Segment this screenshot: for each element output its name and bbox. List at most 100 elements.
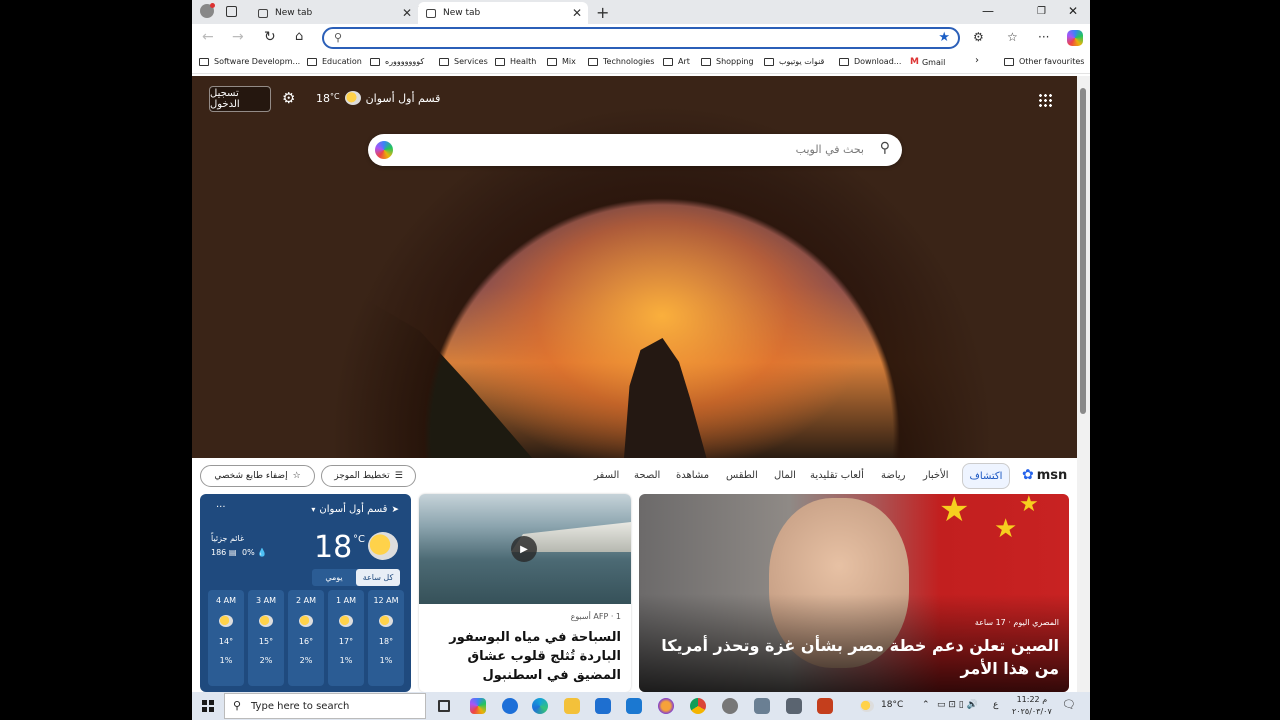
nav-item-casual-games[interactable]: ألعاب تقليدية — [810, 470, 864, 481]
fav-shopping[interactable]: Shopping — [701, 57, 754, 66]
flag-star-icon: ★ — [1019, 494, 1039, 517]
background-image: تسجيل الدخول ⚙ 18°C قسم أول أسوان بحث في… — [192, 76, 1077, 458]
fav-download[interactable]: Download... — [839, 57, 901, 66]
edge-icon[interactable] — [532, 698, 548, 714]
news-card-china[interactable]: ★ ★ ★ المصري اليوم · 17 ساعة الصين تعلن … — [639, 494, 1069, 692]
fav-art[interactable]: Art — [663, 57, 690, 66]
weather-summary[interactable]: 18°C قسم أول أسوان — [316, 91, 440, 105]
news-headline[interactable]: السباحة في مياه البوسفور الباردة تُثلج ق… — [426, 628, 621, 685]
nav-item-health[interactable]: الصحة — [634, 470, 660, 481]
more-options-icon[interactable]: ··· — [216, 502, 226, 513]
windows-start-icon[interactable] — [202, 700, 214, 712]
copilot-icon[interactable] — [470, 698, 486, 714]
mail-icon[interactable] — [626, 698, 642, 714]
fav-education[interactable]: Education — [307, 57, 362, 66]
tab-actions-icon[interactable] — [226, 6, 237, 17]
app-launcher-icon[interactable] — [1038, 93, 1052, 107]
location-label: قسم أول أسوان — [319, 504, 388, 515]
web-search-box[interactable]: بحث في الويب ⚲ — [368, 134, 902, 166]
settings-gear-icon[interactable]: ⚙ — [282, 89, 295, 107]
system-clock[interactable]: 11:22 م ٢٠٢٥/٠٣/٠٧ — [1012, 694, 1052, 718]
new-tab-button[interactable]: + — [596, 3, 609, 22]
scrollbar-thumb[interactable] — [1080, 88, 1086, 414]
powerpoint-icon[interactable] — [817, 698, 833, 714]
input-language[interactable]: ع — [993, 700, 998, 710]
cloud-app-icon[interactable] — [754, 698, 770, 714]
refresh-icon[interactable]: ↻ — [264, 29, 276, 45]
search-icon[interactable]: ⚲ — [880, 140, 890, 156]
address-bar[interactable]: ⚲ ★ — [322, 27, 960, 49]
toggle-hourly[interactable]: كل ساعة — [356, 569, 400, 586]
fav-technologies[interactable]: Technologies — [588, 57, 654, 66]
more-menu-icon[interactable]: ··· — [1038, 30, 1049, 44]
fav-mix[interactable]: Mix — [547, 57, 576, 66]
tab-new-tab-2[interactable]: New tab ✕ — [418, 2, 588, 24]
news-card-bosphorus[interactable]: ▶ AFP · 1 أسبوع السباحة في مياه البوسفور… — [419, 494, 631, 692]
favorites-icon[interactable]: ☆ — [1007, 30, 1018, 44]
minimize-icon[interactable]: — — [982, 4, 994, 18]
hour-item: 12 AM 18° 1% — [368, 590, 404, 686]
nav-item-discover[interactable]: اكتشاف — [962, 463, 1010, 489]
tab-new-tab-1[interactable]: New tab ✕ — [250, 2, 418, 24]
taskbar-search[interactable]: ⚲ Type here to search — [224, 693, 426, 719]
nav-item-news[interactable]: الأخبار — [923, 470, 949, 481]
folder-icon — [663, 57, 673, 66]
extensions-icon[interactable]: ⚙ — [973, 30, 984, 44]
weather-card[interactable]: ··· ▾ قسم أول أسوان ➤ 18 °C غائم جزئياً … — [200, 494, 411, 692]
personalize-button[interactable]: إضفاء طابع شخصي ☆ — [200, 465, 315, 487]
task-view-icon[interactable] — [438, 700, 450, 712]
firefox-icon[interactable] — [658, 698, 674, 714]
chevron-up-icon[interactable]: ⌃ — [922, 700, 930, 710]
fav-gmail[interactable]: M Gmail — [910, 57, 945, 67]
nav-item-travel[interactable]: السفر — [594, 470, 619, 481]
nav-item-sports[interactable]: رياضة — [881, 470, 906, 481]
back-arrow-icon[interactable]: ← — [202, 29, 214, 45]
folder-icon — [370, 57, 380, 66]
page-scrollbar[interactable] — [1077, 76, 1090, 692]
chevron-right-icon[interactable]: › — [975, 55, 979, 66]
close-window-icon[interactable]: ✕ — [1068, 4, 1078, 18]
favorite-star-icon[interactable]: ★ — [938, 30, 950, 45]
fav-youtube-channels[interactable]: قنوات يوتيوب — [764, 57, 824, 66]
calculator-icon[interactable] — [786, 698, 802, 714]
fav-software-development[interactable]: Software Developm... — [199, 57, 300, 66]
weather-card-location[interactable]: ▾ قسم أول أسوان ➤ — [311, 504, 399, 515]
notification-icon[interactable]: 🗨 — [1062, 698, 1076, 711]
chrome-icon[interactable] — [690, 698, 706, 714]
play-icon[interactable]: ▶ — [511, 536, 537, 562]
hourly-forecast: 4 AM 14° 1% 3 AM 15° 2% 2 AM 16° 2% 1 AM 17° 1% … — [208, 590, 404, 686]
folder-icon — [547, 57, 557, 66]
hour-item: 4 AM 14° 1% — [208, 590, 244, 686]
restore-icon[interactable]: ❐ — [1037, 6, 1046, 17]
condition-label: غائم جزئياً — [211, 534, 245, 543]
copilot-icon[interactable] — [1067, 30, 1083, 46]
fav-other-favourites[interactable]: Other favourites — [1004, 57, 1084, 66]
forward-arrow-icon[interactable]: → — [232, 29, 244, 45]
page-icon — [258, 8, 268, 18]
media-player-icon[interactable] — [722, 698, 738, 714]
store-icon[interactable] — [595, 698, 611, 714]
sign-in-button[interactable]: تسجيل الدخول — [209, 86, 271, 112]
fav-koora[interactable]: كوووووووره — [370, 57, 424, 66]
fav-services[interactable]: Services — [439, 57, 488, 66]
fav-label: قنوات يوتيوب — [779, 57, 825, 66]
fav-health[interactable]: Health — [495, 57, 536, 66]
nav-item-money[interactable]: المال — [774, 470, 796, 481]
toggle-daily[interactable]: يومي — [312, 569, 356, 586]
flag-star-icon: ★ — [994, 514, 1018, 544]
tray-icons[interactable]: ▭ ⊡ ▯ 🔊 — [937, 700, 978, 710]
weather-taskbar-icon[interactable] — [860, 700, 874, 712]
copilot-icon[interactable] — [375, 141, 393, 159]
feed-layout-button[interactable]: تخطيط الموجز ☰ — [321, 465, 416, 487]
close-tab-icon[interactable]: ✕ — [402, 6, 412, 20]
file-explorer-icon[interactable] — [564, 698, 580, 714]
nav-item-watch[interactable]: مشاهدة — [676, 470, 709, 481]
news-headline[interactable]: الصين تعلن دعم خطة مصر بشأن غزة وتحذر أم… — [649, 634, 1059, 680]
edge-legacy-icon[interactable] — [502, 698, 518, 714]
fav-label: كوووووووره — [385, 57, 425, 66]
close-tab-icon[interactable]: ✕ — [572, 6, 582, 20]
home-icon[interactable]: ⌂ — [295, 29, 303, 44]
msn-logo[interactable]: ✿ msn — [1022, 467, 1067, 483]
nav-item-weather[interactable]: الطقس — [726, 470, 758, 481]
taskbar-weather[interactable]: 18°C — [881, 700, 903, 710]
